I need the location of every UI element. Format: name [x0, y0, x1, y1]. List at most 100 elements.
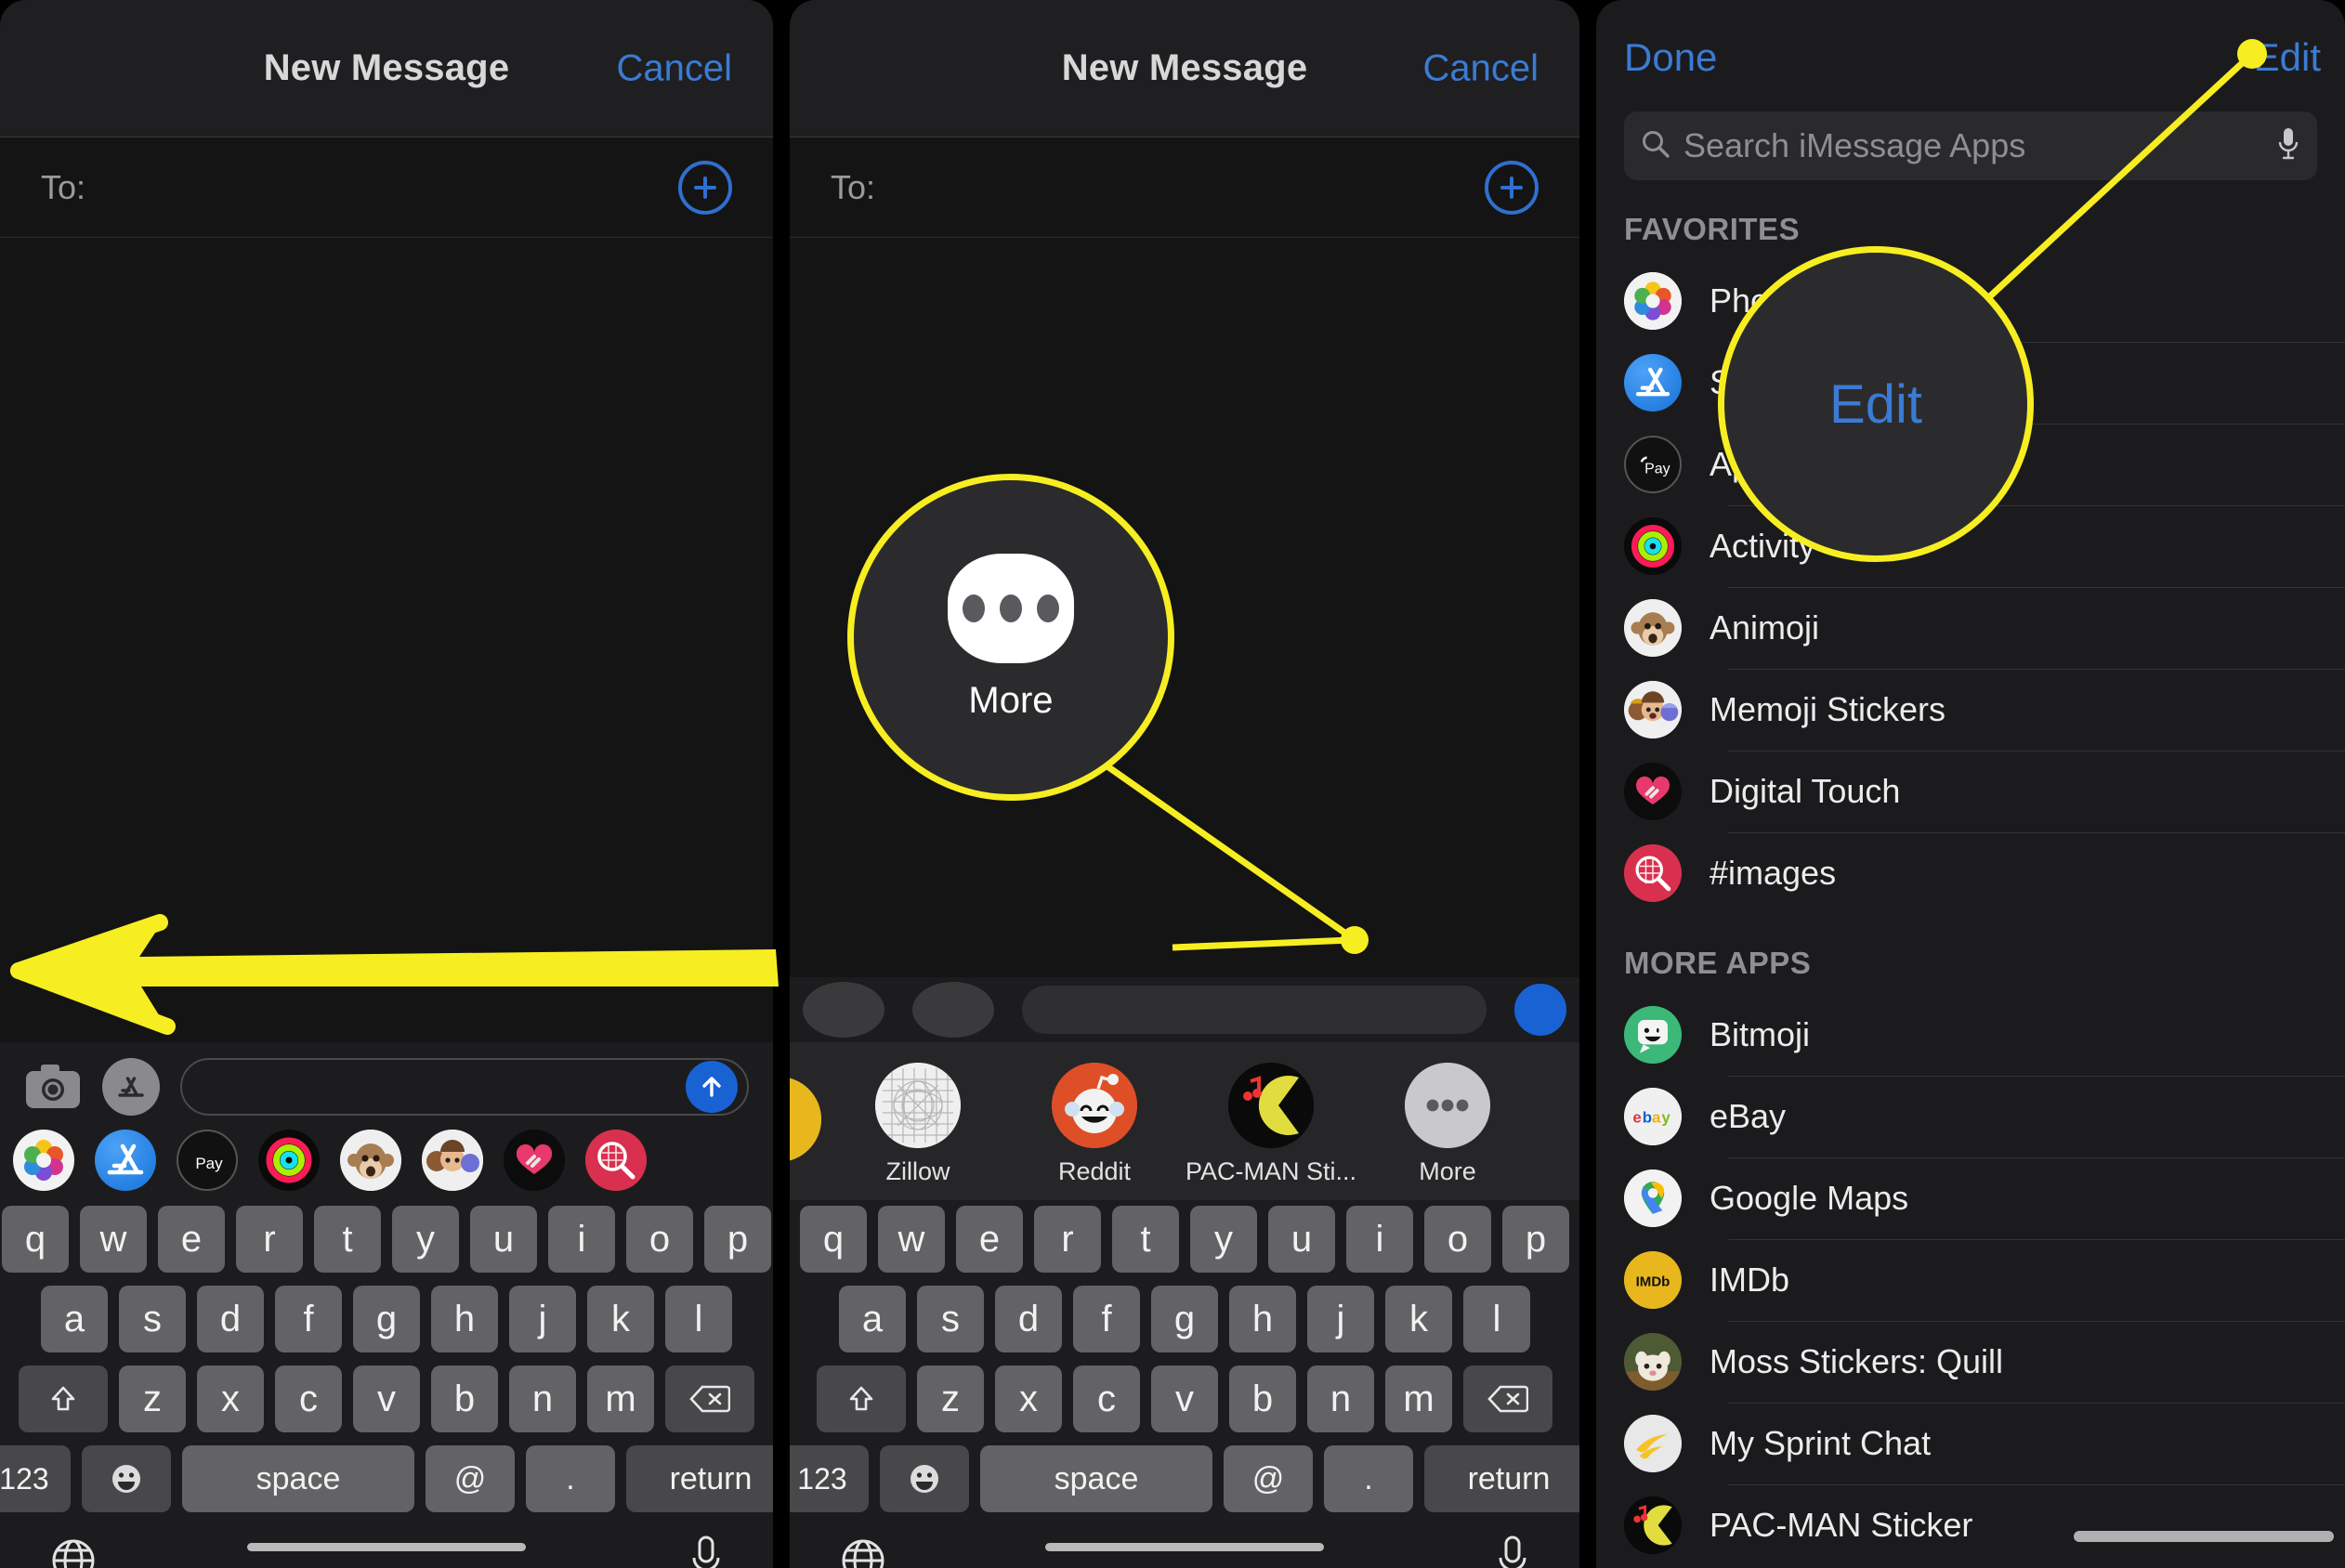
numbers-key[interactable]: 123 [0, 1445, 71, 1512]
camera-icon[interactable] [24, 1062, 82, 1112]
list-item[interactable]: ebay eBay [1596, 1076, 2345, 1157]
microphone-icon[interactable] [1494, 1535, 1531, 1568]
imessage-app-drawer[interactable]: b Zillow [790, 1042, 1579, 1200]
key-i[interactable]: i [548, 1206, 615, 1273]
key-u[interactable]: u [1268, 1206, 1335, 1273]
key-x[interactable]: x [197, 1365, 264, 1432]
memoji-stickers-icon[interactable] [422, 1130, 483, 1191]
app-store-icon[interactable] [912, 982, 994, 1038]
key-w[interactable]: w [878, 1206, 945, 1273]
drawer-item-more[interactable]: More [1373, 1062, 1522, 1186]
at-key[interactable]: @ [426, 1445, 515, 1512]
backspace-delete-icon[interactable] [665, 1365, 754, 1432]
key-c[interactable]: c [275, 1365, 342, 1432]
key-z[interactable]: z [119, 1365, 186, 1432]
imdb-icon[interactable]: b [790, 1077, 821, 1162]
key-l[interactable]: l [665, 1286, 732, 1352]
key-m[interactable]: m [587, 1365, 654, 1432]
period-key[interactable]: . [526, 1445, 615, 1512]
key-t[interactable]: t [1112, 1206, 1179, 1273]
search-bar[interactable]: Search iMessage Apps [1624, 111, 2317, 180]
key-l[interactable]: l [1463, 1286, 1530, 1352]
key-s[interactable]: s [917, 1286, 984, 1352]
key-o[interactable]: o [1424, 1206, 1491, 1273]
key-q[interactable]: q [800, 1206, 867, 1273]
key-w[interactable]: w [80, 1206, 147, 1273]
key-p[interactable]: p [704, 1206, 771, 1273]
key-r[interactable]: r [1034, 1206, 1101, 1273]
shift-up-arrow-icon[interactable] [19, 1365, 108, 1432]
done-button[interactable]: Done [1624, 35, 1717, 80]
key-k[interactable]: k [1385, 1286, 1452, 1352]
key-j[interactable]: j [1307, 1286, 1374, 1352]
plus-circle-icon[interactable] [1485, 160, 1539, 215]
send-button[interactable] [686, 1061, 738, 1113]
key-q[interactable]: q [2, 1206, 69, 1273]
list-item[interactable]: My Sprint Chat [1596, 1403, 2345, 1484]
drawer-item[interactable]: b [790, 1077, 821, 1171]
key-v[interactable]: v [1151, 1365, 1218, 1432]
key-s[interactable]: s [119, 1286, 186, 1352]
key-v[interactable]: v [353, 1365, 420, 1432]
key-d[interactable]: d [995, 1286, 1062, 1352]
microphone-icon[interactable] [2276, 126, 2300, 166]
key-b[interactable]: b [1229, 1365, 1296, 1432]
onscreen-keyboard[interactable]: q w e r t y u i o p a s d f g h j k l z … [0, 1200, 773, 1568]
key-y[interactable]: y [392, 1206, 459, 1273]
photos-icon[interactable] [13, 1130, 74, 1191]
digital-touch-heart-icon[interactable] [504, 1130, 565, 1191]
plus-circle-icon[interactable] [678, 160, 732, 215]
emoji-smiley-icon[interactable] [880, 1445, 969, 1512]
cancel-button[interactable]: Cancel [1422, 47, 1539, 89]
key-h[interactable]: h [1229, 1286, 1296, 1352]
microphone-icon[interactable] [688, 1535, 725, 1568]
key-f[interactable]: f [1073, 1286, 1140, 1352]
emoji-smiley-icon[interactable] [82, 1445, 171, 1512]
return-key[interactable]: return [626, 1445, 773, 1512]
recipient-row[interactable]: To: [790, 137, 1579, 238]
key-y[interactable]: y [1190, 1206, 1257, 1273]
key-m[interactable]: m [1385, 1365, 1452, 1432]
at-key[interactable]: @ [1224, 1445, 1313, 1512]
key-d[interactable]: d [197, 1286, 264, 1352]
return-key[interactable]: return [1424, 1445, 1579, 1512]
key-n[interactable]: n [509, 1365, 576, 1432]
key-o[interactable]: o [626, 1206, 693, 1273]
activity-rings-icon[interactable] [258, 1130, 320, 1191]
list-item[interactable]: Memoji Stickers [1596, 669, 2345, 751]
list-item[interactable]: Moss Stickers: Quill [1596, 1321, 2345, 1403]
animoji-monkey-icon[interactable] [340, 1130, 401, 1191]
key-g[interactable]: g [1151, 1286, 1218, 1352]
key-g[interactable]: g [353, 1286, 420, 1352]
more-ellipsis-icon[interactable] [1405, 1062, 1490, 1148]
search-input[interactable]: Search iMessage Apps [1683, 126, 2025, 165]
globe-language-icon[interactable] [838, 1535, 888, 1568]
cancel-button[interactable]: Cancel [616, 47, 732, 89]
key-a[interactable]: a [839, 1286, 906, 1352]
key-u[interactable]: u [470, 1206, 537, 1273]
reddit-icon[interactable] [1052, 1062, 1137, 1148]
images-search-icon[interactable] [585, 1130, 647, 1191]
list-item[interactable]: IMDb IMDb [1596, 1239, 2345, 1321]
scrollbar-thumb[interactable] [2074, 1531, 2334, 1542]
list-item[interactable]: Google Maps [1596, 1157, 2345, 1239]
drawer-item[interactable]: Zillow [844, 1062, 992, 1186]
key-x[interactable]: x [995, 1365, 1062, 1432]
key-h[interactable]: h [431, 1286, 498, 1352]
pacman-sticker-icon[interactable] [1228, 1062, 1314, 1148]
list-item[interactable]: Digital Touch [1596, 751, 2345, 832]
globe-language-icon[interactable] [48, 1535, 98, 1568]
camera-icon[interactable] [803, 982, 884, 1038]
key-t[interactable]: t [314, 1206, 381, 1273]
onscreen-keyboard[interactable]: q w e r t y u i o p a s d f g h j k l z … [790, 1200, 1579, 1568]
drawer-item[interactable]: PAC-MAN Sti... [1186, 1062, 1356, 1186]
apple-pay-icon[interactable]: Pay [177, 1130, 238, 1191]
key-k[interactable]: k [587, 1286, 654, 1352]
zillow-icon[interactable] [875, 1062, 961, 1148]
edit-button[interactable]: Edit [2254, 35, 2321, 80]
key-e[interactable]: e [158, 1206, 225, 1273]
key-j[interactable]: j [509, 1286, 576, 1352]
key-p[interactable]: p [1502, 1206, 1569, 1273]
key-f[interactable]: f [275, 1286, 342, 1352]
list-item[interactable]: #images [1596, 832, 2345, 914]
